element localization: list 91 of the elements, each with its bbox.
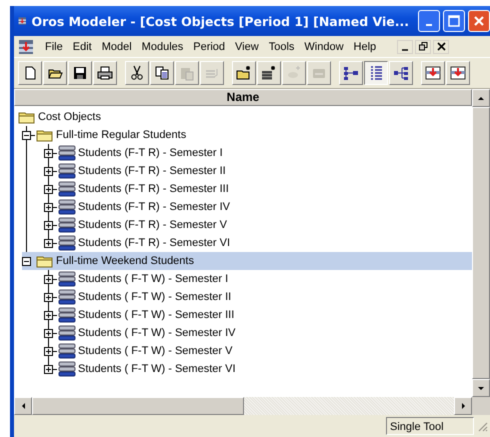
tree-item[interactable]: Students (F-T R) - Semester VI <box>44 234 472 252</box>
menu-item[interactable]: Tools <box>264 40 300 52</box>
expand-icon[interactable] <box>44 292 53 302</box>
scissors-icon <box>129 65 145 81</box>
minimize-icon <box>426 24 432 26</box>
scroll-thumb[interactable] <box>32 397 244 415</box>
stack-icon <box>58 361 76 377</box>
stack-icon <box>58 307 76 323</box>
menu-item[interactable]: Help <box>348 40 382 52</box>
tree-item[interactable]: Students (F-T R) - Semester II <box>44 162 472 180</box>
tree-item[interactable]: Full-time Weekend Students <box>22 252 472 270</box>
menu-item[interactable]: Modules <box>136 40 188 52</box>
tree-item[interactable]: Students ( F-T W) - Semester VI <box>44 360 472 378</box>
tree-item[interactable]: Students (F-T R) - Semester III <box>44 180 472 198</box>
tree-item[interactable]: Students ( F-T W) - Semester II <box>44 288 472 306</box>
menu-item[interactable]: Model <box>96 40 137 52</box>
expand-icon[interactable] <box>44 220 53 230</box>
tree-item[interactable]: Students (F-T R) - Semester IV <box>44 198 472 216</box>
tree-right-icon <box>393 65 409 81</box>
menu-item[interactable]: Edit <box>68 40 97 52</box>
tree-left-icon <box>343 65 359 81</box>
tree-item[interactable]: Students ( F-T W) - Semester IV <box>44 324 472 342</box>
scroll-thumb[interactable] <box>472 107 490 379</box>
menu-item[interactable]: View <box>230 40 264 52</box>
window-title: Oros Modeler - [Cost Objects [Period 1] [Named Vie... <box>31 14 409 28</box>
stack-icon <box>58 217 76 233</box>
up-arrow-icon <box>478 96 484 100</box>
scroll-up-button[interactable] <box>472 89 490 107</box>
folder-star-icon <box>236 65 252 81</box>
stack-icon <box>58 145 76 161</box>
restore-icon <box>418 42 428 51</box>
minimize-button[interactable] <box>397 40 414 54</box>
expand-icon[interactable] <box>44 148 53 158</box>
copy-icon <box>154 65 170 81</box>
scroll-left-button[interactable] <box>14 397 32 415</box>
clipboard-icon <box>179 65 195 81</box>
close-button[interactable] <box>433 40 450 54</box>
left-arrow-icon <box>22 403 24 409</box>
close-icon <box>436 42 446 51</box>
expand-icon[interactable] <box>44 310 53 320</box>
toolbar-button[interactable] <box>364 61 388 85</box>
module-icon <box>425 65 441 81</box>
scrollbar-corner <box>472 397 490 415</box>
resize-grip-icon[interactable] <box>476 420 488 432</box>
collapse-icon[interactable] <box>22 256 31 266</box>
menu-item[interactable]: File <box>40 40 68 52</box>
stack-icon <box>58 199 76 215</box>
stack-icon <box>58 325 76 341</box>
expand-icon[interactable] <box>44 364 53 374</box>
expand-icon[interactable] <box>44 274 53 284</box>
stack-icon <box>58 235 76 251</box>
stack-icon <box>58 163 76 179</box>
horizontal-scrollbar[interactable] <box>14 397 472 415</box>
maximize-icon <box>448 15 460 27</box>
right-arrow-icon <box>462 403 464 409</box>
scroll-right-button[interactable] <box>454 397 472 415</box>
document-icon[interactable] <box>18 38 34 54</box>
status-panel: Single Tool <box>386 417 474 435</box>
expand-icon[interactable] <box>44 346 53 356</box>
scroll-down-button[interactable] <box>472 379 490 397</box>
tree-item[interactable]: Students (F-T R) - Semester V <box>44 216 472 234</box>
module-icon <box>450 65 466 81</box>
menu-item[interactable]: Period <box>188 40 230 52</box>
expand-icon[interactable] <box>44 238 53 248</box>
tree-item[interactable]: Students (F-T R) - Semester I <box>44 144 472 162</box>
stack-icon <box>58 181 76 197</box>
close-icon <box>473 15 485 27</box>
minimize-icon <box>402 48 408 50</box>
column-header[interactable]: Name <box>14 89 472 106</box>
tree-item[interactable]: Students ( F-T W) - Semester I <box>44 270 472 288</box>
sparkle-icon <box>286 65 302 81</box>
stack-icon <box>58 289 76 305</box>
printer-icon <box>97 65 113 81</box>
restore-button[interactable] <box>415 40 432 54</box>
tree-item[interactable]: Full-time Regular Students <box>22 126 472 144</box>
menu-item[interactable]: Window <box>299 40 349 52</box>
expand-icon[interactable] <box>44 166 53 176</box>
expand-icon[interactable] <box>44 328 53 338</box>
stack-icon <box>58 343 76 359</box>
expand-icon[interactable] <box>44 184 53 194</box>
vertical-scrollbar[interactable] <box>472 89 490 415</box>
stack-icon <box>58 271 76 287</box>
stack-star-icon <box>261 65 277 81</box>
down-arrow-icon <box>478 386 484 390</box>
tree-item[interactable]: Cost Objects <box>18 108 472 126</box>
tree-item[interactable]: Students ( F-T W) - Semester V <box>44 342 472 360</box>
maximize-button[interactable] <box>443 10 465 32</box>
collapse-icon[interactable] <box>22 130 31 140</box>
expand-icon[interactable] <box>44 202 53 212</box>
list-icon <box>368 65 384 81</box>
tree-item[interactable]: Students ( F-T W) - Semester III <box>44 306 472 324</box>
